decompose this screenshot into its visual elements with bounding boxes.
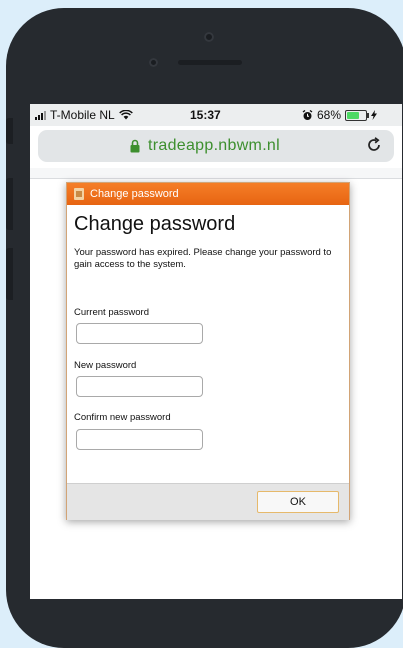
expiry-message: Your password has expired. Please change… [74, 247, 332, 270]
signal-strength-icon [35, 110, 46, 120]
proximity-sensor [149, 58, 158, 67]
dialog-footer: OK [67, 483, 349, 520]
app-icon [74, 188, 84, 200]
toolbar-divider [30, 168, 402, 179]
current-password-input[interactable] [76, 323, 203, 344]
alarm-clock-icon [302, 109, 313, 120]
reload-icon[interactable] [364, 135, 384, 155]
battery-icon [345, 109, 370, 121]
clock-time: 15:37 [190, 108, 221, 122]
confirm-password-label: Confirm new password [74, 412, 171, 423]
earpiece-speaker [178, 60, 242, 65]
front-camera [204, 32, 214, 42]
phone-screen: T-Mobile NL 15:37 68% tradeapp.nbwm.nl C… [30, 104, 402, 599]
change-password-dialog: Change password Change password Your pas… [66, 182, 350, 520]
charging-bolt-icon [371, 110, 378, 120]
new-password-label: New password [74, 360, 137, 371]
battery-percentage: 68% [317, 108, 342, 122]
volume-down-button [6, 248, 13, 300]
lock-icon [130, 139, 140, 153]
wifi-icon [118, 110, 133, 120]
current-password-label: Current password [74, 307, 149, 318]
address-bar[interactable]: tradeapp.nbwm.nl [38, 130, 394, 162]
page-url[interactable]: tradeapp.nbwm.nl [148, 137, 280, 155]
dialog-heading: Change password [74, 213, 236, 235]
dialog-window-title: Change password [90, 188, 179, 200]
new-password-input[interactable] [76, 376, 203, 397]
ok-button[interactable]: OK [257, 491, 339, 513]
dialog-title-bar: Change password [67, 183, 349, 205]
confirm-password-input[interactable] [76, 429, 203, 450]
mute-switch [6, 118, 13, 144]
volume-up-button [6, 178, 13, 230]
carrier-name: T-Mobile NL [50, 108, 115, 122]
status-bar: T-Mobile NL 15:37 68% [30, 104, 402, 126]
